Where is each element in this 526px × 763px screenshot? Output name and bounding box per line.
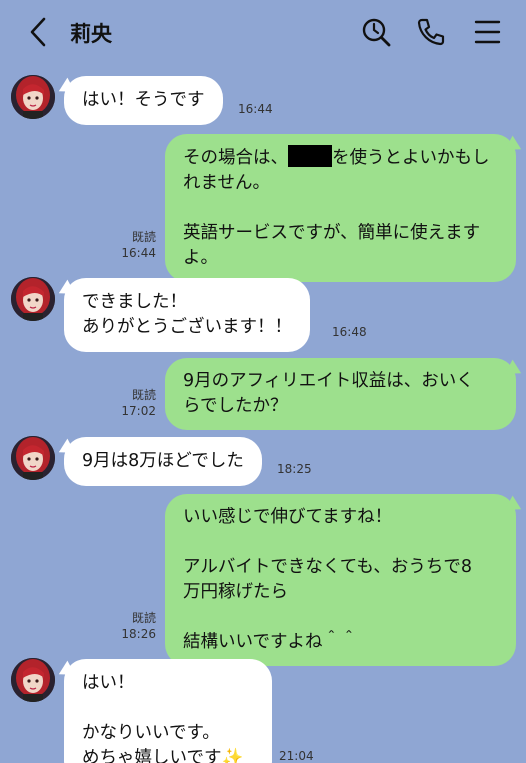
avatar[interactable] bbox=[11, 75, 55, 119]
message-bubble-outgoing[interactable]: 9月のアフィリエイト収益は、おいく らでしたか？ bbox=[165, 358, 516, 430]
message-time: 16:44 bbox=[121, 246, 156, 260]
menu-button[interactable] bbox=[470, 14, 506, 50]
message-bubble-incoming[interactable]: はい！そうです bbox=[64, 76, 223, 125]
message-time: 16:44 bbox=[238, 102, 273, 116]
redaction-block bbox=[288, 145, 332, 167]
search-button[interactable] bbox=[358, 14, 394, 50]
read-label: 既読 bbox=[131, 230, 156, 244]
chevron-left-icon bbox=[30, 17, 46, 47]
message-bubble-incoming[interactable]: できました！ ありがとうございます！！ bbox=[64, 278, 310, 352]
message-bubble-outgoing[interactable]: いい感じで伸びてますね！ アルバイトできなくても、おうちで8 万円稼げたら 結構… bbox=[165, 494, 516, 666]
read-label: 既読 bbox=[131, 388, 156, 402]
message-time: 18:26 bbox=[121, 627, 156, 641]
avatar[interactable] bbox=[11, 436, 55, 480]
message-bubble-incoming[interactable]: 9月は8万ほどでした bbox=[64, 437, 262, 486]
message-bubble-incoming[interactable]: はい！ かなりいいです。 めちゃ嬉しいです✨ bbox=[64, 659, 272, 763]
avatar-image bbox=[11, 277, 55, 321]
message-time: 17:02 bbox=[121, 404, 156, 418]
avatar[interactable] bbox=[11, 658, 55, 702]
back-button[interactable] bbox=[24, 14, 54, 50]
search-icon bbox=[362, 18, 391, 47]
phone-icon bbox=[417, 18, 445, 46]
avatar[interactable] bbox=[11, 277, 55, 321]
message-receipt: 既読 17:02 bbox=[118, 387, 156, 419]
message-receipt: 既読 16:44 bbox=[118, 229, 156, 261]
read-label: 既読 bbox=[131, 611, 156, 625]
message-text: その場合は、 bbox=[183, 148, 288, 168]
message-time: 16:48 bbox=[332, 325, 367, 339]
avatar-image bbox=[11, 436, 55, 480]
chat-header: 莉央 bbox=[0, 0, 526, 64]
avatar-image bbox=[11, 658, 55, 702]
message-receipt: 既読 18:26 bbox=[118, 610, 156, 642]
menu-icon bbox=[474, 20, 501, 44]
call-button[interactable] bbox=[413, 14, 449, 50]
contact-name: 莉央 bbox=[70, 22, 112, 46]
avatar-image bbox=[11, 75, 55, 119]
message-time: 18:25 bbox=[277, 462, 312, 476]
message-bubble-outgoing[interactable]: その場合は、 を使うとよいかもし れません。 英語サービスですが、簡単に使えます … bbox=[165, 134, 516, 282]
message-time: 21:04 bbox=[279, 749, 314, 763]
